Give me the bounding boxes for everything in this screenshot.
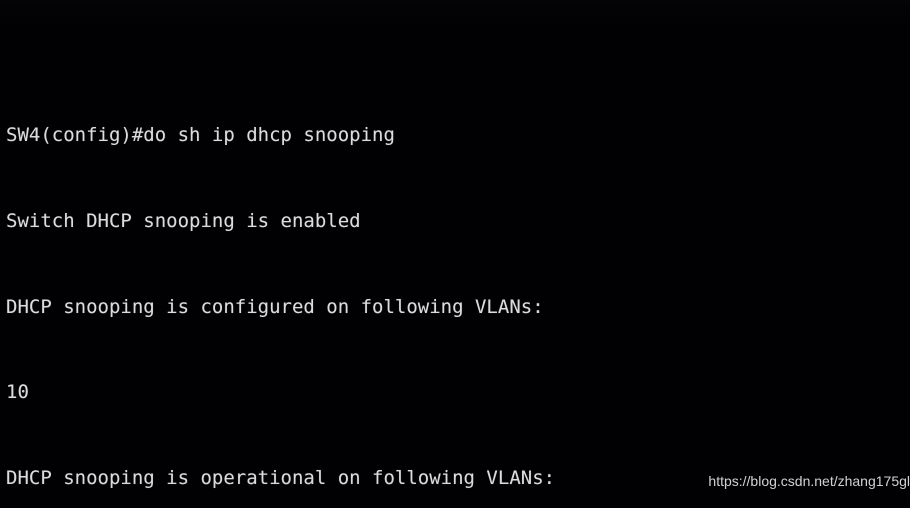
terminal-window[interactable]: SW4(config)#do sh ip dhcp snooping Switc… xyxy=(0,0,910,508)
terminal-line-configured-vlans-value: 10 xyxy=(6,381,29,404)
terminal-line-configured-vlans-label: DHCP snooping is configured on following… xyxy=(6,295,544,318)
terminal-line-snooping-enabled: Switch DHCP snooping is enabled xyxy=(6,209,361,232)
terminal-line-partial xyxy=(6,35,910,64)
terminal-screen: SW4(config)#do sh ip dhcp snooping Switc… xyxy=(6,0,910,508)
csdn-watermark: https://blog.csdn.net/zhang175gl xyxy=(708,473,910,490)
terminal-line-command: SW4(config)#do sh ip dhcp snooping xyxy=(6,123,395,146)
